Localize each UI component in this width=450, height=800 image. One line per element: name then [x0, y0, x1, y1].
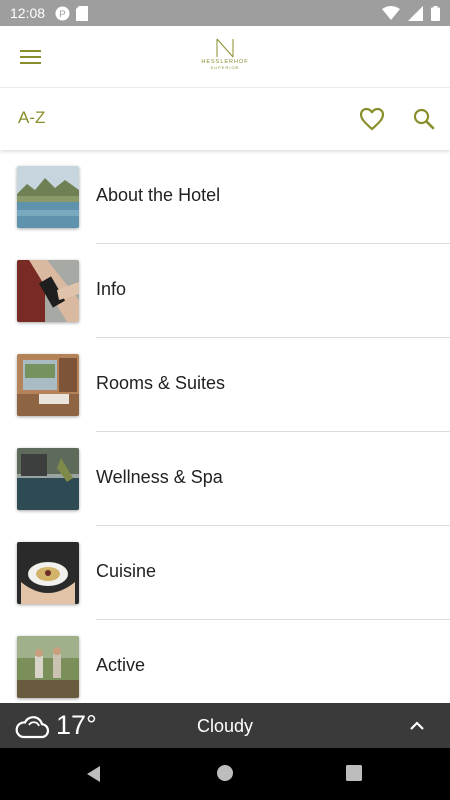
hamburger-menu-icon [20, 50, 41, 64]
toolbar: A-Z [0, 88, 450, 150]
sd-card-icon [76, 5, 89, 21]
list-item-label: Rooms & Suites [96, 373, 226, 393]
weather-condition: Cloudy [196, 716, 254, 736]
hotel-logo: HESSLERHOF SUPERIOR [200, 38, 250, 78]
list-item-about-the-hotel[interactable]: About the Hotel [0, 150, 450, 244]
heart-icon [359, 107, 385, 131]
list-item-cuisine[interactable]: Cuisine [0, 526, 450, 620]
svg-text:P: P [59, 8, 65, 18]
back-icon[interactable] [84, 764, 104, 784]
category-list: About the Hotel Info Rooms & Suites Well… [0, 150, 450, 703]
system-navigation-bar [0, 748, 450, 800]
logo-mark-icon [216, 38, 234, 58]
rooms-and-suites-thumbnail [17, 354, 79, 416]
app-header: HESSLERHOF SUPERIOR [0, 26, 450, 88]
cuisine-thumbnail [17, 542, 79, 604]
az-sort-button[interactable]: A-Z [18, 108, 45, 128]
list-item-info[interactable]: Info [0, 244, 450, 338]
app-notification-icon: P [55, 5, 70, 21]
cellular-signal-icon [408, 5, 423, 21]
list-item-label: Info [96, 279, 127, 299]
search-icon [413, 108, 435, 130]
wifi-icon [382, 6, 400, 20]
list-item-label: About the Hotel [96, 185, 221, 205]
home-icon[interactable] [216, 764, 234, 782]
status-time: 12:08 [10, 5, 46, 21]
about-the-hotel-thumbnail [17, 166, 79, 228]
info-thumbnail [17, 260, 79, 322]
list-item-label: Active [96, 655, 146, 675]
list-item-label: Cuisine [96, 561, 157, 581]
battery-icon [431, 5, 440, 21]
active-thumbnail [17, 636, 79, 698]
recents-icon[interactable] [346, 765, 362, 781]
logo-subtext: SUPERIOR [210, 65, 240, 70]
status-bar: 12:08 P [0, 0, 450, 26]
weather-bar[interactable]: 17° Cloudy [0, 703, 450, 748]
search-button[interactable] [411, 106, 437, 132]
list-item-label: Wellness & Spa [96, 467, 223, 487]
list-item-wellness-and-spa[interactable]: Wellness & Spa [0, 432, 450, 526]
wellness-and-spa-thumbnail [17, 448, 79, 510]
list-item-rooms-and-suites[interactable]: Rooms & Suites [0, 338, 450, 432]
list-item-active[interactable]: Active [0, 620, 450, 703]
menu-button[interactable] [18, 44, 44, 70]
chevron-up-icon[interactable] [406, 715, 428, 737]
favorites-button[interactable] [358, 105, 386, 133]
